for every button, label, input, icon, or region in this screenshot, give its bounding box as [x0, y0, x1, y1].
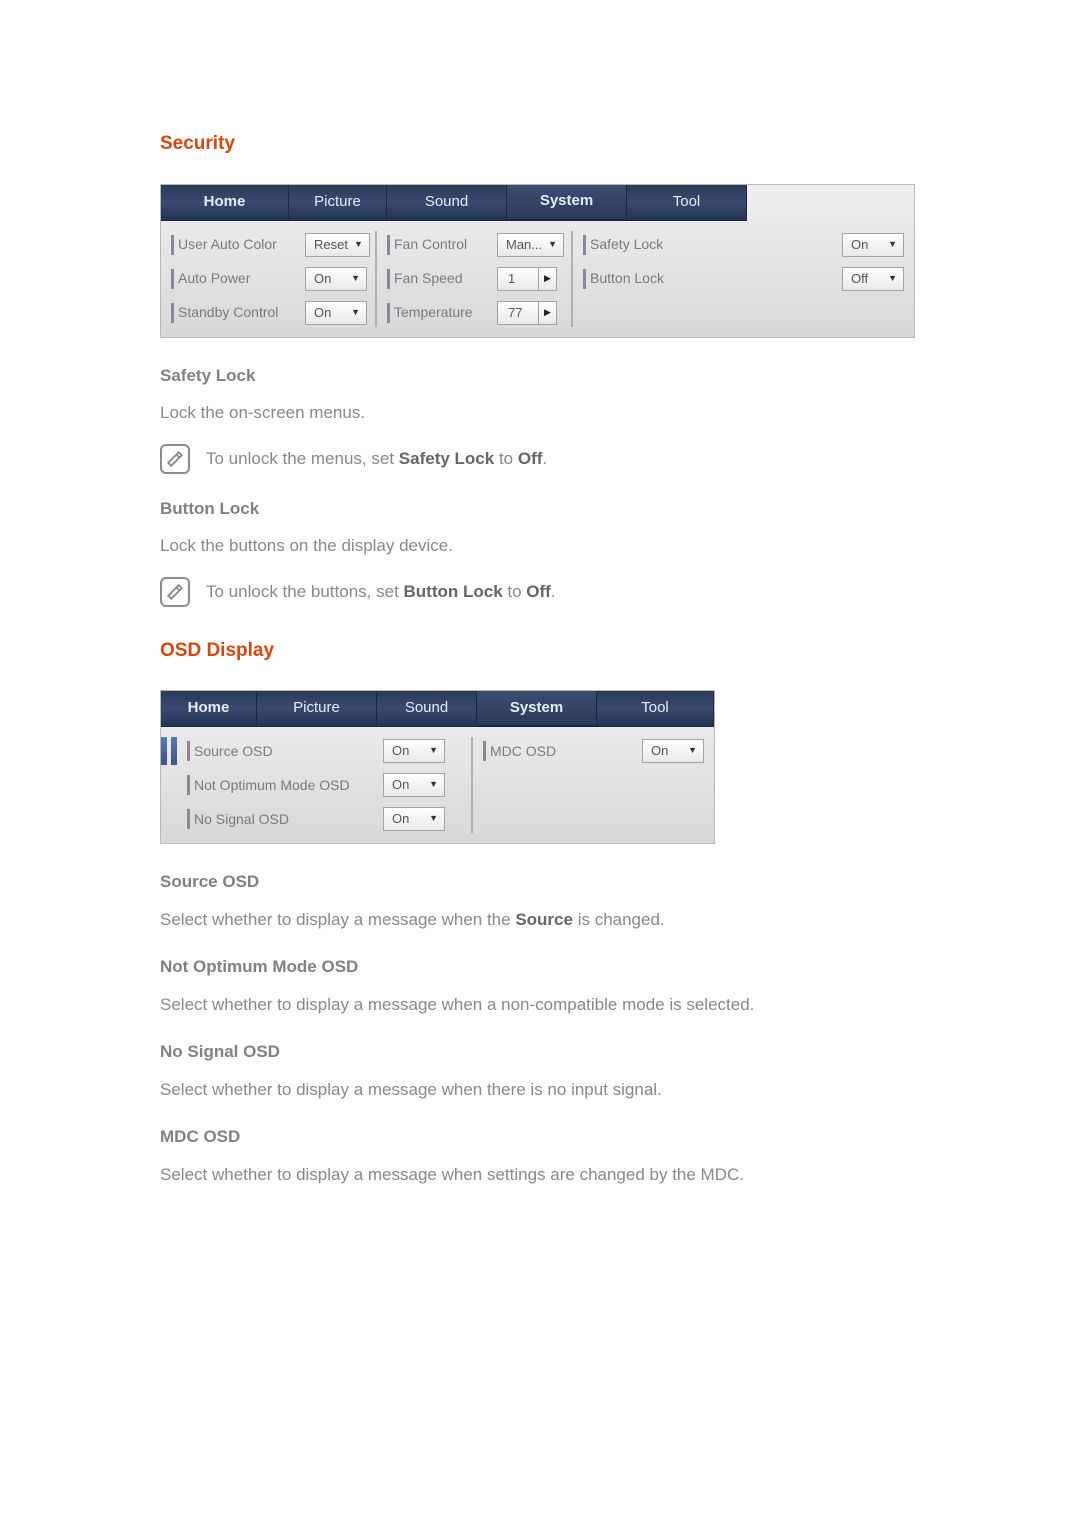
- chevron-right-icon[interactable]: ▶: [538, 268, 556, 290]
- label-fan-control: Fan Control: [394, 234, 467, 255]
- label-user-auto-color: User Auto Color: [178, 234, 277, 255]
- chevron-down-icon: ▼: [429, 778, 438, 792]
- note-button-lock: To unlock the buttons, set Button Lock t…: [160, 577, 920, 607]
- button-lock-heading: Button Lock: [160, 496, 920, 522]
- chevron-down-icon: ▼: [429, 812, 438, 826]
- osd-panel: Home Picture Sound System Tool Source OS…: [160, 690, 715, 844]
- pencil-icon: [160, 577, 190, 607]
- mdc-osd-desc: Select whether to display a message when…: [160, 1162, 920, 1188]
- no-signal-desc: Select whether to display a message when…: [160, 1077, 920, 1103]
- select-standby-control[interactable]: On▼: [305, 301, 367, 325]
- chevron-down-icon: ▼: [354, 238, 363, 252]
- selection-bar: [161, 737, 177, 833]
- select-user-auto-color[interactable]: Reset▼: [305, 233, 370, 257]
- select-auto-power[interactable]: On▼: [305, 267, 367, 291]
- chevron-right-icon[interactable]: ▶: [538, 302, 556, 324]
- chevron-down-icon: ▼: [888, 238, 897, 252]
- tab-home[interactable]: Home: [161, 185, 289, 221]
- not-optimum-heading: Not Optimum Mode OSD: [160, 954, 920, 980]
- tab-tool[interactable]: Tool: [597, 691, 714, 727]
- spinner-fan-speed[interactable]: 1▶: [497, 267, 557, 291]
- label-no-signal-osd: No Signal OSD: [194, 809, 289, 830]
- label-auto-power: Auto Power: [178, 268, 250, 289]
- label-button-lock: Button Lock: [590, 268, 664, 289]
- tab-picture[interactable]: Picture: [257, 691, 377, 727]
- tab-system[interactable]: System: [507, 185, 627, 221]
- no-signal-heading: No Signal OSD: [160, 1039, 920, 1065]
- tab-bar-2: Home Picture Sound System Tool: [161, 691, 714, 727]
- chevron-down-icon: ▼: [351, 272, 360, 286]
- tab-sound[interactable]: Sound: [387, 185, 507, 221]
- chevron-down-icon: ▼: [548, 238, 557, 252]
- label-source-osd: Source OSD: [194, 741, 273, 762]
- label-not-optimum-osd: Not Optimum Mode OSD: [194, 775, 350, 796]
- label-fan-speed: Fan Speed: [394, 268, 463, 289]
- pencil-icon: [160, 444, 190, 474]
- label-mdc-osd: MDC OSD: [490, 741, 556, 762]
- mdc-osd-heading: MDC OSD: [160, 1124, 920, 1150]
- tab-sound[interactable]: Sound: [377, 691, 477, 727]
- tab-system[interactable]: System: [477, 691, 597, 727]
- osd-heading: OSD Display: [160, 637, 920, 666]
- chevron-down-icon: ▼: [429, 744, 438, 758]
- chevron-down-icon: ▼: [351, 306, 360, 320]
- select-safety-lock[interactable]: On▼: [842, 233, 904, 257]
- safety-lock-desc: Lock the on-screen menus.: [160, 400, 920, 426]
- select-source-osd[interactable]: On▼: [383, 739, 445, 763]
- label-safety-lock: Safety Lock: [590, 234, 663, 255]
- select-mdc-osd[interactable]: On▼: [642, 739, 704, 763]
- label-temperature: Temperature: [394, 302, 473, 323]
- note-safety-lock: To unlock the menus, set Safety Lock to …: [160, 444, 920, 474]
- source-osd-heading: Source OSD: [160, 869, 920, 895]
- select-button-lock[interactable]: Off▼: [842, 267, 904, 291]
- button-lock-desc: Lock the buttons on the display device.: [160, 533, 920, 559]
- tab-picture[interactable]: Picture: [289, 185, 387, 221]
- source-osd-desc: Select whether to display a message when…: [160, 907, 920, 933]
- tab-home[interactable]: Home: [161, 691, 257, 727]
- tab-bar: Home Picture Sound System Tool: [161, 185, 914, 221]
- select-fan-control[interactable]: Man...▼: [497, 233, 564, 257]
- chevron-down-icon: ▼: [888, 272, 897, 286]
- select-no-signal-osd[interactable]: On▼: [383, 807, 445, 831]
- spinner-temperature[interactable]: 77▶: [497, 301, 557, 325]
- safety-lock-heading: Safety Lock: [160, 363, 920, 389]
- tab-tool[interactable]: Tool: [627, 185, 747, 221]
- chevron-down-icon: ▼: [688, 744, 697, 758]
- security-heading: Security: [160, 130, 920, 159]
- security-panel: Home Picture Sound System Tool User Auto…: [160, 184, 915, 338]
- not-optimum-desc: Select whether to display a message when…: [160, 992, 920, 1018]
- select-not-optimum-osd[interactable]: On▼: [383, 773, 445, 797]
- label-standby-control: Standby Control: [178, 302, 278, 323]
